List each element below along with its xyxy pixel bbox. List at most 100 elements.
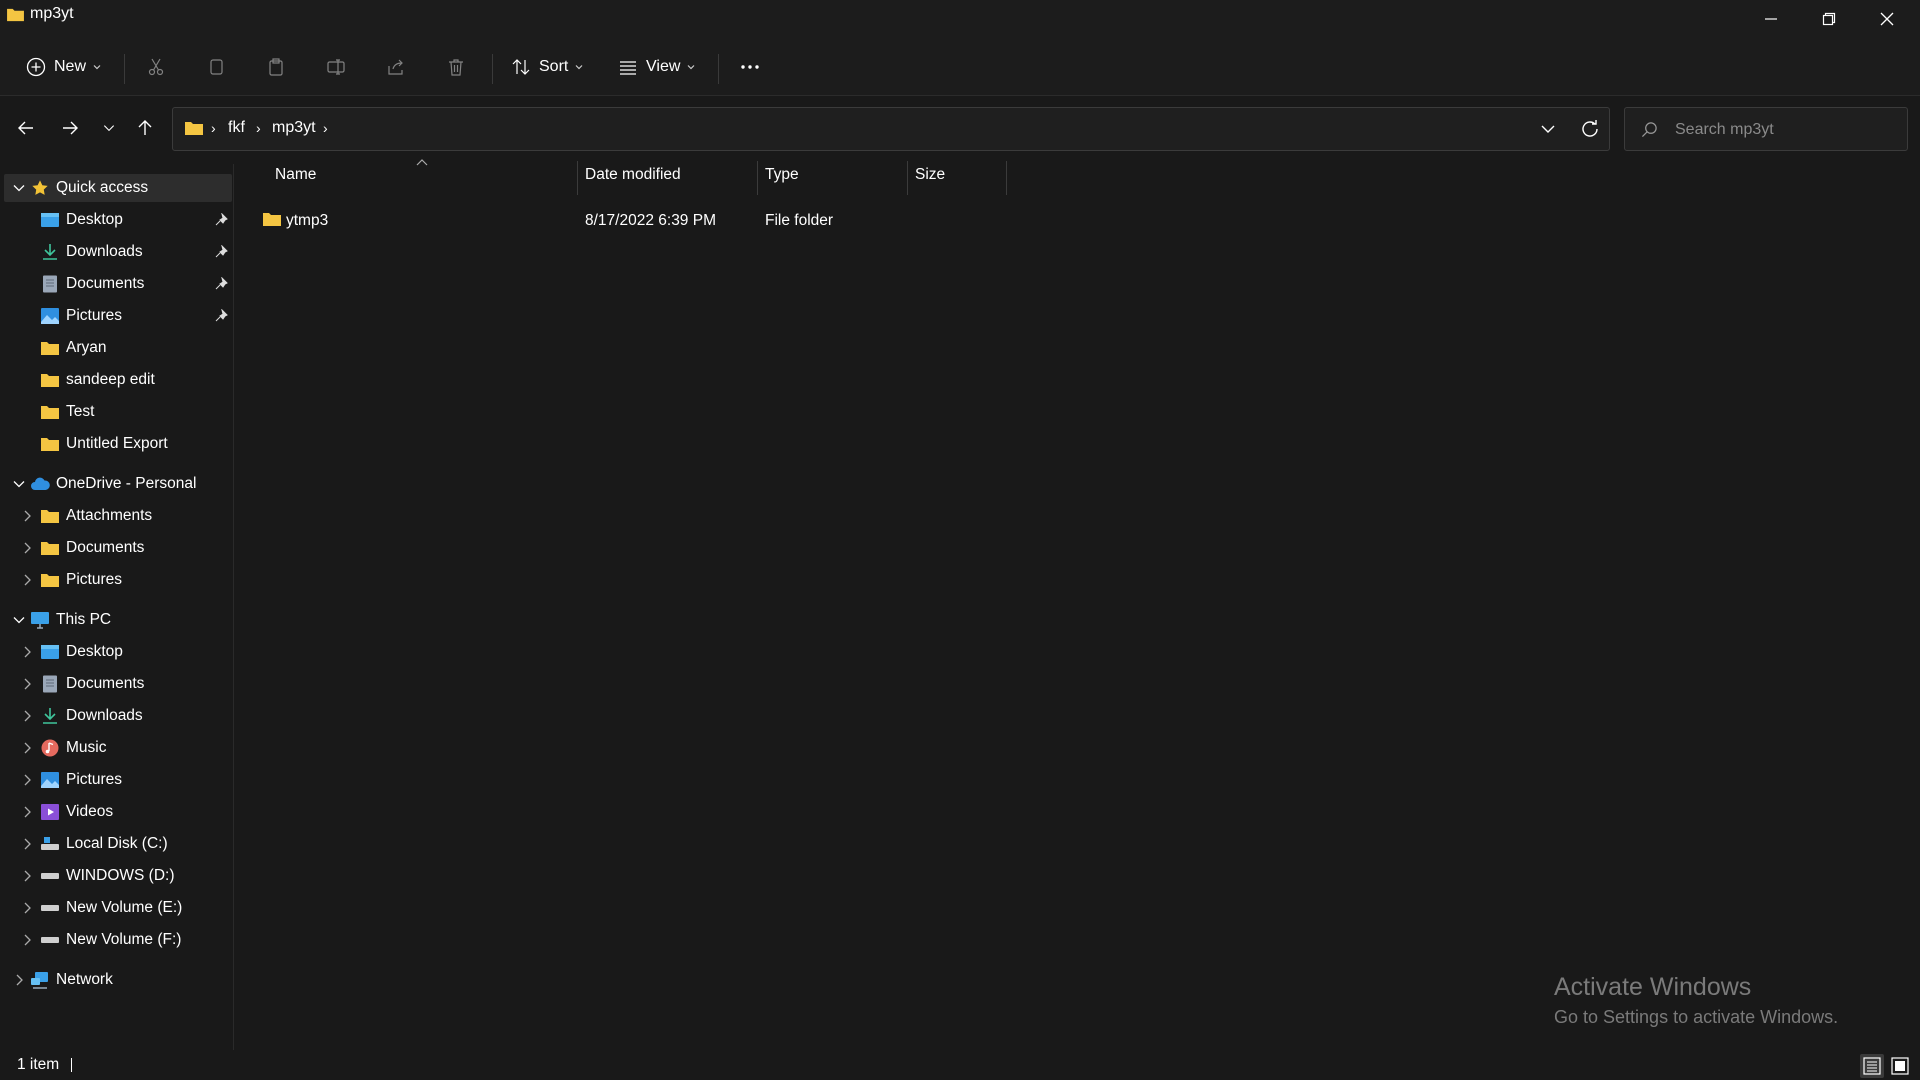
command-bar: New Sort View xyxy=(0,38,1920,96)
sidebar-item-documents[interactable]: Documents xyxy=(4,270,232,298)
drive-icon xyxy=(41,905,59,911)
onedrive-node[interactable]: OneDrive - Personal xyxy=(4,470,232,498)
cut-button[interactable] xyxy=(146,47,166,87)
sidebar-item-label: WINDOWS (D:) xyxy=(66,867,175,884)
pin-icon[interactable] xyxy=(214,245,228,259)
sidebar-item-pc-documents[interactable]: Documents xyxy=(4,670,232,698)
this-pc-node[interactable]: This PC xyxy=(4,606,232,634)
see-more-button[interactable] xyxy=(740,47,760,87)
breadcrumb-separator[interactable]: › xyxy=(323,120,328,136)
share-icon xyxy=(388,59,403,75)
sidebar-item-pc-downloads[interactable]: Downloads xyxy=(4,702,232,730)
chevron-right-icon[interactable] xyxy=(20,933,34,947)
chevron-down-icon[interactable] xyxy=(1539,120,1557,138)
sidebar-item-label: Videos xyxy=(66,803,114,820)
chevron-right-icon[interactable] xyxy=(20,573,34,587)
sidebar-item-onedrive-documents[interactable]: Documents xyxy=(4,534,232,562)
chevron-right-icon[interactable] xyxy=(20,645,34,659)
sidebar-item-local-disk-c[interactable]: Local Disk (C:) xyxy=(4,830,232,858)
close-icon xyxy=(1880,12,1894,26)
close-button[interactable] xyxy=(1858,0,1916,38)
delete-button[interactable] xyxy=(446,47,466,87)
quick-access-node[interactable]: Quick access xyxy=(4,174,232,202)
share-button[interactable] xyxy=(386,47,406,87)
cut-icon xyxy=(148,58,164,76)
chevron-right-icon[interactable] xyxy=(20,837,34,851)
sidebar-item-onedrive-pictures[interactable]: Pictures xyxy=(4,566,232,594)
sidebar-item-pictures[interactable]: Pictures xyxy=(4,302,232,330)
search-input[interactable] xyxy=(1675,118,1895,142)
sidebar-item-downloads[interactable]: Downloads xyxy=(4,238,232,266)
breadcrumb-separator[interactable]: › xyxy=(256,120,261,136)
restore-button[interactable] xyxy=(1800,0,1858,38)
breadcrumb-separator[interactable]: › xyxy=(211,120,216,136)
view-button[interactable]: View xyxy=(618,47,696,87)
sidebar-item-music[interactable]: Music xyxy=(4,734,232,762)
column-header-date-modified[interactable]: Date modified xyxy=(585,166,681,190)
sidebar-item-untitled-export[interactable]: Untitled Export xyxy=(4,430,232,458)
sidebar-item-label: Downloads xyxy=(66,243,143,260)
desktop-icon xyxy=(41,213,59,227)
toolbar-divider xyxy=(718,54,719,84)
details-view-button[interactable] xyxy=(1860,1054,1884,1078)
chevron-down-icon xyxy=(93,65,101,70)
column-divider[interactable] xyxy=(1006,161,1007,195)
chevron-right-icon[interactable] xyxy=(20,541,34,555)
network-node[interactable]: Network xyxy=(4,966,232,994)
chevron-right-icon[interactable] xyxy=(20,741,34,755)
up-button[interactable] xyxy=(129,110,161,146)
refresh-icon[interactable] xyxy=(1579,118,1601,140)
column-header-size[interactable]: Size xyxy=(915,166,945,190)
sidebar-item-pc-desktop[interactable]: Desktop xyxy=(4,638,232,666)
column-header-type[interactable]: Type xyxy=(765,166,799,190)
rename-button[interactable] xyxy=(326,47,346,87)
copy-button[interactable] xyxy=(206,47,226,87)
breadcrumb-item[interactable]: fkf xyxy=(228,119,245,137)
large-icons-view-button[interactable] xyxy=(1888,1054,1912,1078)
chevron-right-icon[interactable] xyxy=(12,973,26,987)
breadcrumb-item[interactable]: mp3yt xyxy=(272,119,316,137)
restore-icon xyxy=(1822,12,1836,26)
column-header-name[interactable]: Name xyxy=(275,166,316,190)
sidebar-item-label: Untitled Export xyxy=(66,435,168,452)
chevron-right-icon[interactable] xyxy=(20,677,34,691)
pin-icon[interactable] xyxy=(214,277,228,291)
chevron-right-icon[interactable] xyxy=(20,901,34,915)
forward-button[interactable] xyxy=(54,110,86,146)
column-divider[interactable] xyxy=(907,161,908,195)
back-button[interactable] xyxy=(10,110,42,146)
file-row[interactable]: ytmp3 8/17/2022 6:39 PM File folder xyxy=(250,205,1010,237)
sidebar-item-new-volume-e[interactable]: New Volume (E:) xyxy=(4,894,232,922)
sidebar-item-label: Pictures xyxy=(66,571,122,588)
folder-icon xyxy=(41,406,59,419)
sidebar-item-test[interactable]: Test xyxy=(4,398,232,426)
sidebar-item-windows-d[interactable]: WINDOWS (D:) xyxy=(4,862,232,890)
chevron-right-icon[interactable] xyxy=(20,509,34,523)
chevron-right-icon[interactable] xyxy=(20,869,34,883)
chevron-right-icon[interactable] xyxy=(20,773,34,787)
sidebar-item-desktop[interactable]: Desktop xyxy=(4,206,232,234)
pin-icon[interactable] xyxy=(214,309,228,323)
address-bar[interactable]: › fkf › mp3yt › xyxy=(172,107,1610,151)
folder-icon xyxy=(41,510,59,523)
sidebar-item-aryan[interactable]: Aryan xyxy=(4,334,232,362)
new-button[interactable]: New xyxy=(26,47,102,87)
sidebar-item-label: sandeep edit xyxy=(66,371,155,388)
minimize-button[interactable] xyxy=(1742,0,1800,38)
sidebar-item-attachments[interactable]: Attachments xyxy=(4,502,232,530)
sidebar-item-pc-pictures[interactable]: Pictures xyxy=(4,766,232,794)
recent-locations-button[interactable] xyxy=(93,110,125,146)
arrow-right-icon xyxy=(63,121,78,135)
column-divider[interactable] xyxy=(577,161,578,195)
sidebar-item-new-volume-f[interactable]: New Volume (F:) xyxy=(4,926,232,954)
pin-icon[interactable] xyxy=(214,213,228,227)
search-box[interactable] xyxy=(1624,107,1908,151)
sidebar-item-sandeep-edit[interactable]: sandeep edit xyxy=(4,366,232,394)
videos-icon xyxy=(41,804,59,820)
column-divider[interactable] xyxy=(757,161,758,195)
chevron-right-icon[interactable] xyxy=(20,805,34,819)
paste-button[interactable] xyxy=(266,47,286,87)
chevron-right-icon[interactable] xyxy=(20,709,34,723)
sort-button[interactable]: Sort xyxy=(511,47,584,87)
sidebar-item-videos[interactable]: Videos xyxy=(4,798,232,826)
